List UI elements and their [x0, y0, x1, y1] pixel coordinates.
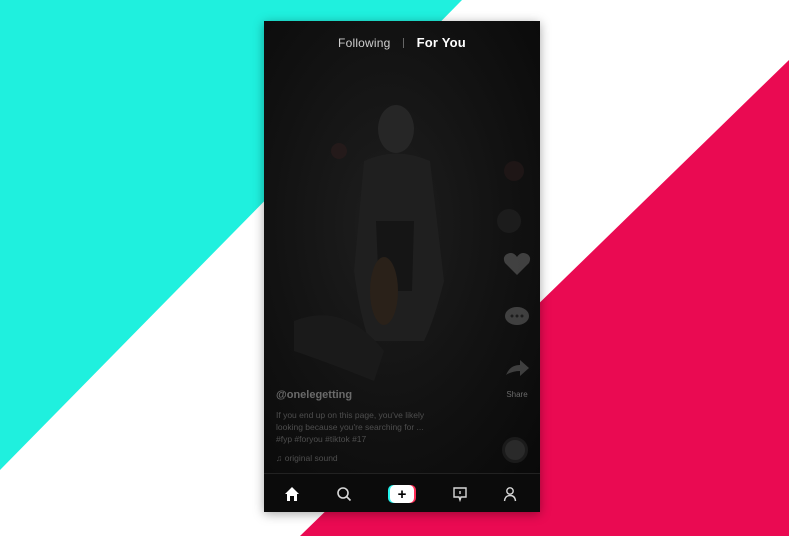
share-label: Share	[506, 390, 528, 399]
nav-inbox[interactable]	[440, 474, 480, 512]
profile-icon	[503, 486, 517, 501]
side-actions: Share	[502, 251, 532, 413]
heart-icon[interactable]	[502, 251, 532, 277]
comment-icon[interactable]	[502, 304, 532, 330]
sound-disc-icon[interactable]	[502, 437, 528, 463]
tab-divider	[403, 38, 405, 48]
nav-search[interactable]	[324, 474, 364, 512]
share-icon[interactable]	[502, 357, 532, 383]
bottom-nav-bar: +	[264, 473, 540, 512]
create-icon: +	[390, 485, 414, 503]
post-caption-area: @onelegetting If you end up on this page…	[276, 389, 476, 463]
tab-following[interactable]: Following	[336, 36, 393, 50]
caption-line: #fyp #foryou #tiktok #17	[276, 434, 367, 444]
caption-line: If you end up on this page, you've likel…	[276, 410, 425, 420]
caption-line: looking because you're searching for ...	[276, 422, 424, 432]
post-caption: If you end up on this page, you've likel…	[276, 409, 476, 445]
phone-screen: Following For You Share @onelegetting If…	[264, 21, 540, 512]
post-username[interactable]: @onelegetting	[276, 389, 476, 401]
post-sound[interactable]: ♫ original sound	[276, 453, 476, 463]
home-icon	[285, 486, 299, 501]
tab-for-you[interactable]: For You	[415, 35, 468, 50]
feed-tabs: Following For You	[264, 35, 540, 50]
search-icon	[337, 486, 352, 501]
nav-profile[interactable]	[490, 474, 530, 512]
create-button[interactable]: +	[388, 485, 416, 503]
nav-home[interactable]	[272, 474, 312, 512]
inbox-icon	[453, 486, 467, 502]
